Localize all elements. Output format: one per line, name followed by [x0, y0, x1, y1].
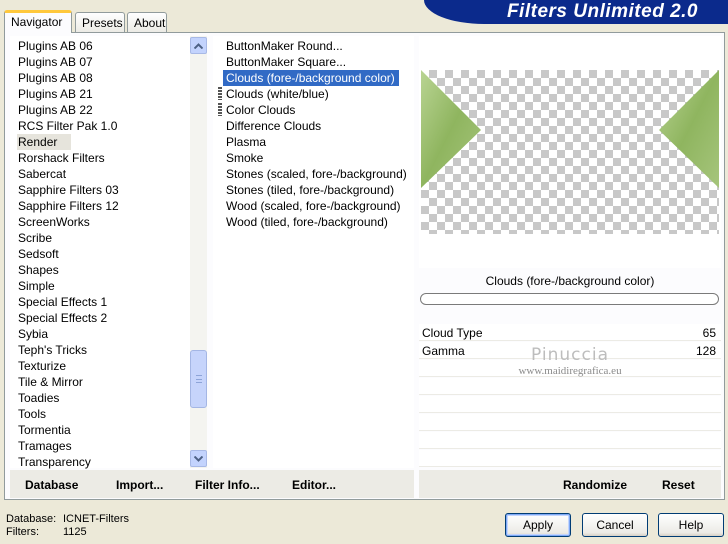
param-row-empty — [419, 378, 721, 395]
tab-presets[interactable]: Presets — [75, 12, 125, 32]
category-item[interactable]: Simple — [18, 278, 55, 294]
filters-status-label: Filters: — [6, 526, 39, 538]
cloud-preview-graphic — [421, 70, 719, 188]
progress-bar — [420, 293, 719, 305]
reset-button[interactable]: Reset — [662, 478, 695, 492]
category-item[interactable]: Sybia — [18, 326, 48, 342]
filters-status-value: 1125 — [63, 526, 87, 538]
cancel-button[interactable]: Cancel — [582, 513, 648, 537]
help-button[interactable]: Help — [658, 513, 724, 537]
category-item[interactable]: Plugins AB 08 — [18, 70, 93, 86]
apply-button[interactable]: Apply — [505, 513, 571, 537]
category-scrollbar[interactable] — [190, 36, 207, 468]
favorite-marker-icon — [218, 103, 222, 116]
editor-button[interactable]: Editor... — [292, 478, 336, 492]
category-item[interactable]: Teph's Tricks — [18, 342, 87, 358]
randomize-button[interactable]: Randomize — [563, 478, 627, 492]
category-item[interactable]: Texturize — [18, 358, 66, 374]
category-item[interactable]: Toadies — [18, 390, 59, 406]
database-status-label: Database: — [6, 513, 57, 525]
category-item[interactable]: Plugins AB 22 — [18, 102, 93, 118]
filter-item[interactable]: Clouds (white/blue) — [225, 86, 330, 102]
preview-label: Clouds (fore-/background color) — [485, 274, 655, 288]
filter-item[interactable]: Stones (tiled, fore-/background) — [225, 182, 395, 198]
param-row-empty — [419, 396, 721, 413]
category-item[interactable]: Tile & Mirror — [18, 374, 83, 390]
scroll-down-button[interactable] — [190, 450, 207, 467]
category-item[interactable]: ScreenWorks — [18, 214, 90, 230]
category-item[interactable]: Special Effects 1 — [18, 294, 107, 310]
filter-item[interactable]: Stones (scaled, fore-/background) — [225, 166, 408, 182]
category-item[interactable]: Tormentia — [18, 422, 71, 438]
parameter-list: Cloud Type 65 Gamma 128 — [419, 324, 721, 468]
param-row-cloud-type[interactable]: Cloud Type 65 — [419, 324, 721, 341]
param-name: Gamma — [422, 344, 465, 358]
param-row-empty — [419, 414, 721, 431]
chevron-up-icon — [194, 42, 203, 49]
category-item[interactable]: Shapes — [18, 262, 59, 278]
param-value: 65 — [702, 326, 716, 340]
category-item[interactable]: Plugins AB 07 — [18, 54, 93, 70]
database-button[interactable]: Database — [25, 478, 78, 492]
category-list[interactable]: Plugins AB 06 Plugins AB 07 Plugins AB 08 P… — [10, 36, 207, 470]
filter-item[interactable]: Clouds (fore-/background color) — [223, 70, 399, 86]
filter-item[interactable]: ButtonMaker Round... — [225, 38, 344, 54]
tab-about[interactable]: About — [127, 12, 167, 32]
category-item[interactable]: Render — [17, 134, 72, 150]
param-row-empty — [419, 360, 721, 377]
filter-item[interactable]: Smoke — [225, 150, 264, 166]
filter-item[interactable]: Wood (tiled, fore-/background) — [225, 214, 389, 230]
preview-image — [421, 70, 719, 234]
category-item[interactable]: Plugins AB 06 — [18, 38, 93, 54]
category-item[interactable]: Transparency — [18, 454, 91, 470]
category-item[interactable]: Tools — [18, 406, 46, 422]
param-name: Cloud Type — [422, 326, 483, 340]
category-item[interactable]: Sedsoft — [18, 246, 59, 262]
category-item[interactable]: Special Effects 2 — [18, 310, 107, 326]
param-value: 128 — [695, 344, 716, 358]
chevron-down-icon — [194, 455, 203, 462]
category-item[interactable]: Sapphire Filters 12 — [18, 198, 119, 214]
category-item[interactable]: Plugins AB 21 — [18, 86, 93, 102]
category-item[interactable]: Rorshack Filters — [18, 150, 105, 166]
scroll-thumb[interactable] — [190, 350, 207, 408]
filter-item[interactable]: Wood (scaled, fore-/background) — [225, 198, 402, 214]
param-row-empty — [419, 450, 721, 467]
tab-navigator[interactable]: Navigator — [4, 10, 72, 33]
filter-item[interactable]: Plasma — [225, 134, 267, 150]
category-item[interactable]: Sabercat — [18, 166, 66, 182]
param-row-empty — [419, 432, 721, 449]
grip-icon — [196, 375, 202, 383]
filter-item[interactable]: ButtonMaker Square... — [225, 54, 347, 70]
filter-item[interactable]: Color Clouds — [225, 102, 296, 118]
database-status-value: ICNET-Filters — [63, 513, 129, 525]
favorite-marker-icon — [218, 87, 222, 100]
scroll-up-button[interactable] — [190, 37, 207, 54]
param-row-gamma[interactable]: Gamma 128 — [419, 342, 721, 359]
category-item[interactable]: Scribe — [18, 230, 52, 246]
filter-info-button[interactable]: Filter Info... — [195, 478, 260, 492]
app-banner: Filters Unlimited 2.0 — [424, 0, 728, 24]
filter-item[interactable]: Difference Clouds — [225, 118, 322, 134]
category-item[interactable]: RCS Filter Pak 1.0 — [18, 118, 117, 134]
category-item[interactable]: Tramages — [18, 438, 72, 454]
import-button[interactable]: Import... — [116, 478, 163, 492]
category-item[interactable]: Sapphire Filters 03 — [18, 182, 119, 198]
app-title: Filters Unlimited 2.0 — [506, 1, 698, 22]
